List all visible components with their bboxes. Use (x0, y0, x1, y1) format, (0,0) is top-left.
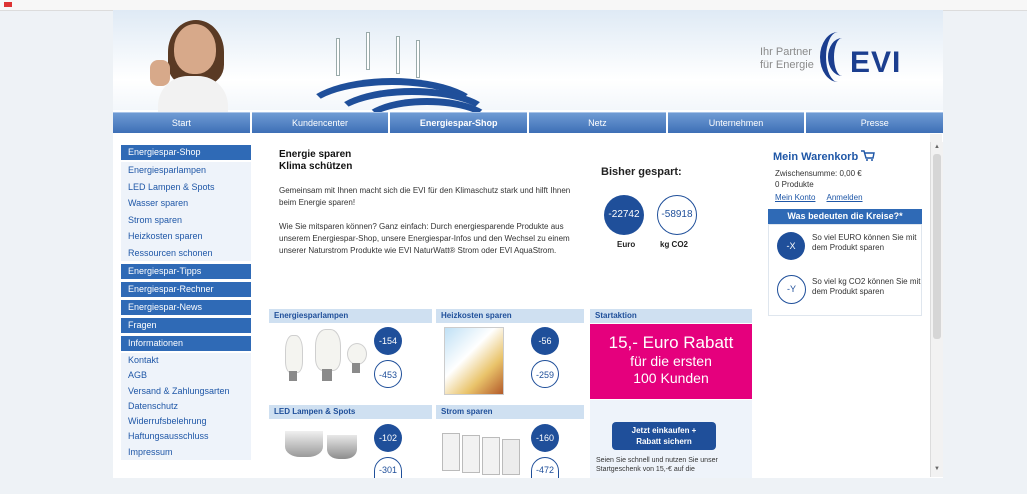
product-card-strom[interactable]: Strom sparen -160 -472 (436, 405, 584, 479)
sidebar-head-tipps[interactable]: Energiespar-Tipps (121, 264, 251, 279)
product-title[interactable]: LED Lampen & Spots (269, 405, 432, 419)
product-euro-circle: -56 (531, 327, 559, 355)
nav-netz[interactable]: Netz (529, 112, 666, 133)
round-bulb-image (347, 343, 367, 365)
product-title[interactable]: Energiesparlampen (269, 309, 432, 323)
saved-title: Bisher gespart: (601, 166, 682, 178)
nav-energiespar-shop[interactable]: Energiespar-Shop (390, 112, 528, 133)
my-account-link[interactable]: Mein Konto (775, 193, 815, 202)
login-link[interactable]: Anmelden (827, 193, 863, 202)
product-co2-circle: -472 (531, 457, 559, 479)
saved-co2-label: kg CO2 (660, 240, 689, 249)
nav-unternehmen[interactable]: Unternehmen (667, 112, 805, 133)
sidebar-head-news[interactable]: Energiespar-News (121, 300, 251, 315)
sidebar-head-shop[interactable]: Energiespar-Shop (121, 145, 251, 160)
product-card-energiesparlampen[interactable]: Energiesparlampen -154 -453 (269, 309, 432, 397)
shop-now-button[interactable]: Jetzt einkaufen + Rabatt sichern (612, 422, 716, 450)
saved-co2-circle: -58918 (657, 195, 697, 235)
promo-text: Seien Sie schnell und nutzen Sie unser S… (596, 457, 718, 473)
product-co2-circle: -301 (374, 457, 402, 479)
evi-logo-arcs (820, 32, 850, 84)
scroll-up-icon[interactable]: ▲ (934, 144, 940, 150)
sidebar-item-led[interactable]: LED Lampen & Spots (121, 179, 251, 196)
wind-turbines-image (300, 20, 494, 112)
cart-links: Mein Konto Anmelden (775, 192, 863, 202)
euro-circle-text: So viel EURO können Sie mit dem Produkt … (812, 233, 917, 252)
sidebar-item-energiesparlampen[interactable]: Energiesparlampen (121, 162, 251, 179)
scrollbar-top (930, 134, 942, 142)
thumbs-up-icon (150, 60, 170, 86)
site-header (113, 10, 943, 110)
euro-circle-example: -X (777, 232, 805, 260)
led-spot-image (285, 431, 323, 457)
bottom-strip (0, 478, 1027, 494)
co2-circle-example: -Y (777, 275, 806, 304)
nav-kundencenter[interactable]: Kundencenter (251, 112, 389, 133)
cart-count: 0 Produkte (775, 180, 814, 189)
product-co2-circle: -259 (531, 360, 559, 388)
spiral-bulb-image (315, 329, 341, 371)
nav-presse[interactable]: Presse (806, 112, 944, 133)
promo-head: Startaktion (590, 309, 752, 324)
sidebar-head-rechner[interactable]: Energiespar-Rechner (121, 282, 251, 297)
product-card-led[interactable]: LED Lampen & Spots -102 -301 (269, 405, 432, 479)
product-euro-circle: -160 (531, 424, 559, 452)
energy-meter-image (502, 439, 520, 475)
product-euro-circle: -154 (374, 327, 402, 355)
power-plug-image (442, 433, 460, 471)
sidebar-item-agb[interactable]: AGB (121, 368, 251, 383)
browser-icon (4, 2, 12, 7)
sidebar-item-kontakt[interactable]: Kontakt (121, 353, 251, 368)
sidebar-head-informationen[interactable]: Informationen (121, 336, 251, 351)
sidebar-item-haftung[interactable]: Haftungsausschluss (121, 429, 251, 444)
scroll-down-icon[interactable]: ▼ (934, 466, 940, 472)
cart-icon[interactable] (861, 150, 876, 161)
product-co2-circle: -453 (374, 360, 402, 388)
sidebar-item-versand[interactable]: Versand & Zahlungsarten (121, 384, 251, 399)
evi-logo[interactable]: EVI (850, 46, 901, 80)
sidebar-item-heizkosten[interactable]: Heizkosten sparen (121, 228, 251, 245)
hero-woman-image (150, 20, 230, 114)
product-title[interactable]: Strom sparen (436, 405, 584, 419)
sidebar-item-ressourcen[interactable]: Ressourcen schonen (121, 245, 251, 262)
cart-title[interactable]: Mein Warenkorb (773, 150, 876, 163)
bulb-image (285, 335, 303, 373)
power-plug-image (462, 435, 480, 473)
sidebar-item-widerruf[interactable]: Widerrufsbelehrung (121, 414, 251, 429)
saved-euro-label: Euro (617, 240, 636, 249)
scrollbar-thumb[interactable] (933, 154, 941, 339)
intro-title: Energie sparen Klima schützen (279, 149, 353, 172)
main-nav: Start Kundencenter Energiespar-Shop Netz… (113, 112, 944, 133)
co2-circle-text: So viel kg CO2 können Sie mit dem Produk… (812, 277, 921, 296)
product-title[interactable]: Heizkosten sparen (436, 309, 584, 323)
circles-help-title: Was bedeuten die Kreise?* (768, 209, 922, 224)
sidebar-head-fragen[interactable]: Fragen (121, 318, 251, 333)
nav-start[interactable]: Start (113, 112, 250, 133)
header-tagline: Ihr Partner für Energie (760, 46, 814, 71)
sidebar-item-wasser[interactable]: Wasser sparen (121, 195, 251, 212)
product-euro-circle: -102 (374, 424, 402, 452)
sidebar-item-datenschutz[interactable]: Datenschutz (121, 399, 251, 414)
promo-banner[interactable]: 15,- Euro Rabatt für die ersten 100 Kund… (590, 324, 752, 399)
left-sidebar: Energiespar-Shop Energiesparlampen LED L… (121, 145, 251, 461)
sidebar-item-impressum[interactable]: Impressum (121, 445, 251, 460)
cart-subtotal: Zwischensumme: 0,00 € (775, 169, 862, 178)
saved-euro-circle: -22742 (604, 195, 644, 235)
led-spot-image (327, 435, 357, 459)
product-card-heizkosten[interactable]: Heizkosten sparen -56 -259 (436, 309, 584, 397)
vertical-scrollbar[interactable]: ▲ ▼ (930, 142, 943, 477)
power-plug-image (482, 437, 500, 475)
sidebar-item-strom[interactable]: Strom sparen (121, 212, 251, 229)
window-insulation-image (444, 327, 504, 395)
intro-text: Gemeinsam mit Ihnen macht sich die EVI f… (279, 186, 571, 255)
